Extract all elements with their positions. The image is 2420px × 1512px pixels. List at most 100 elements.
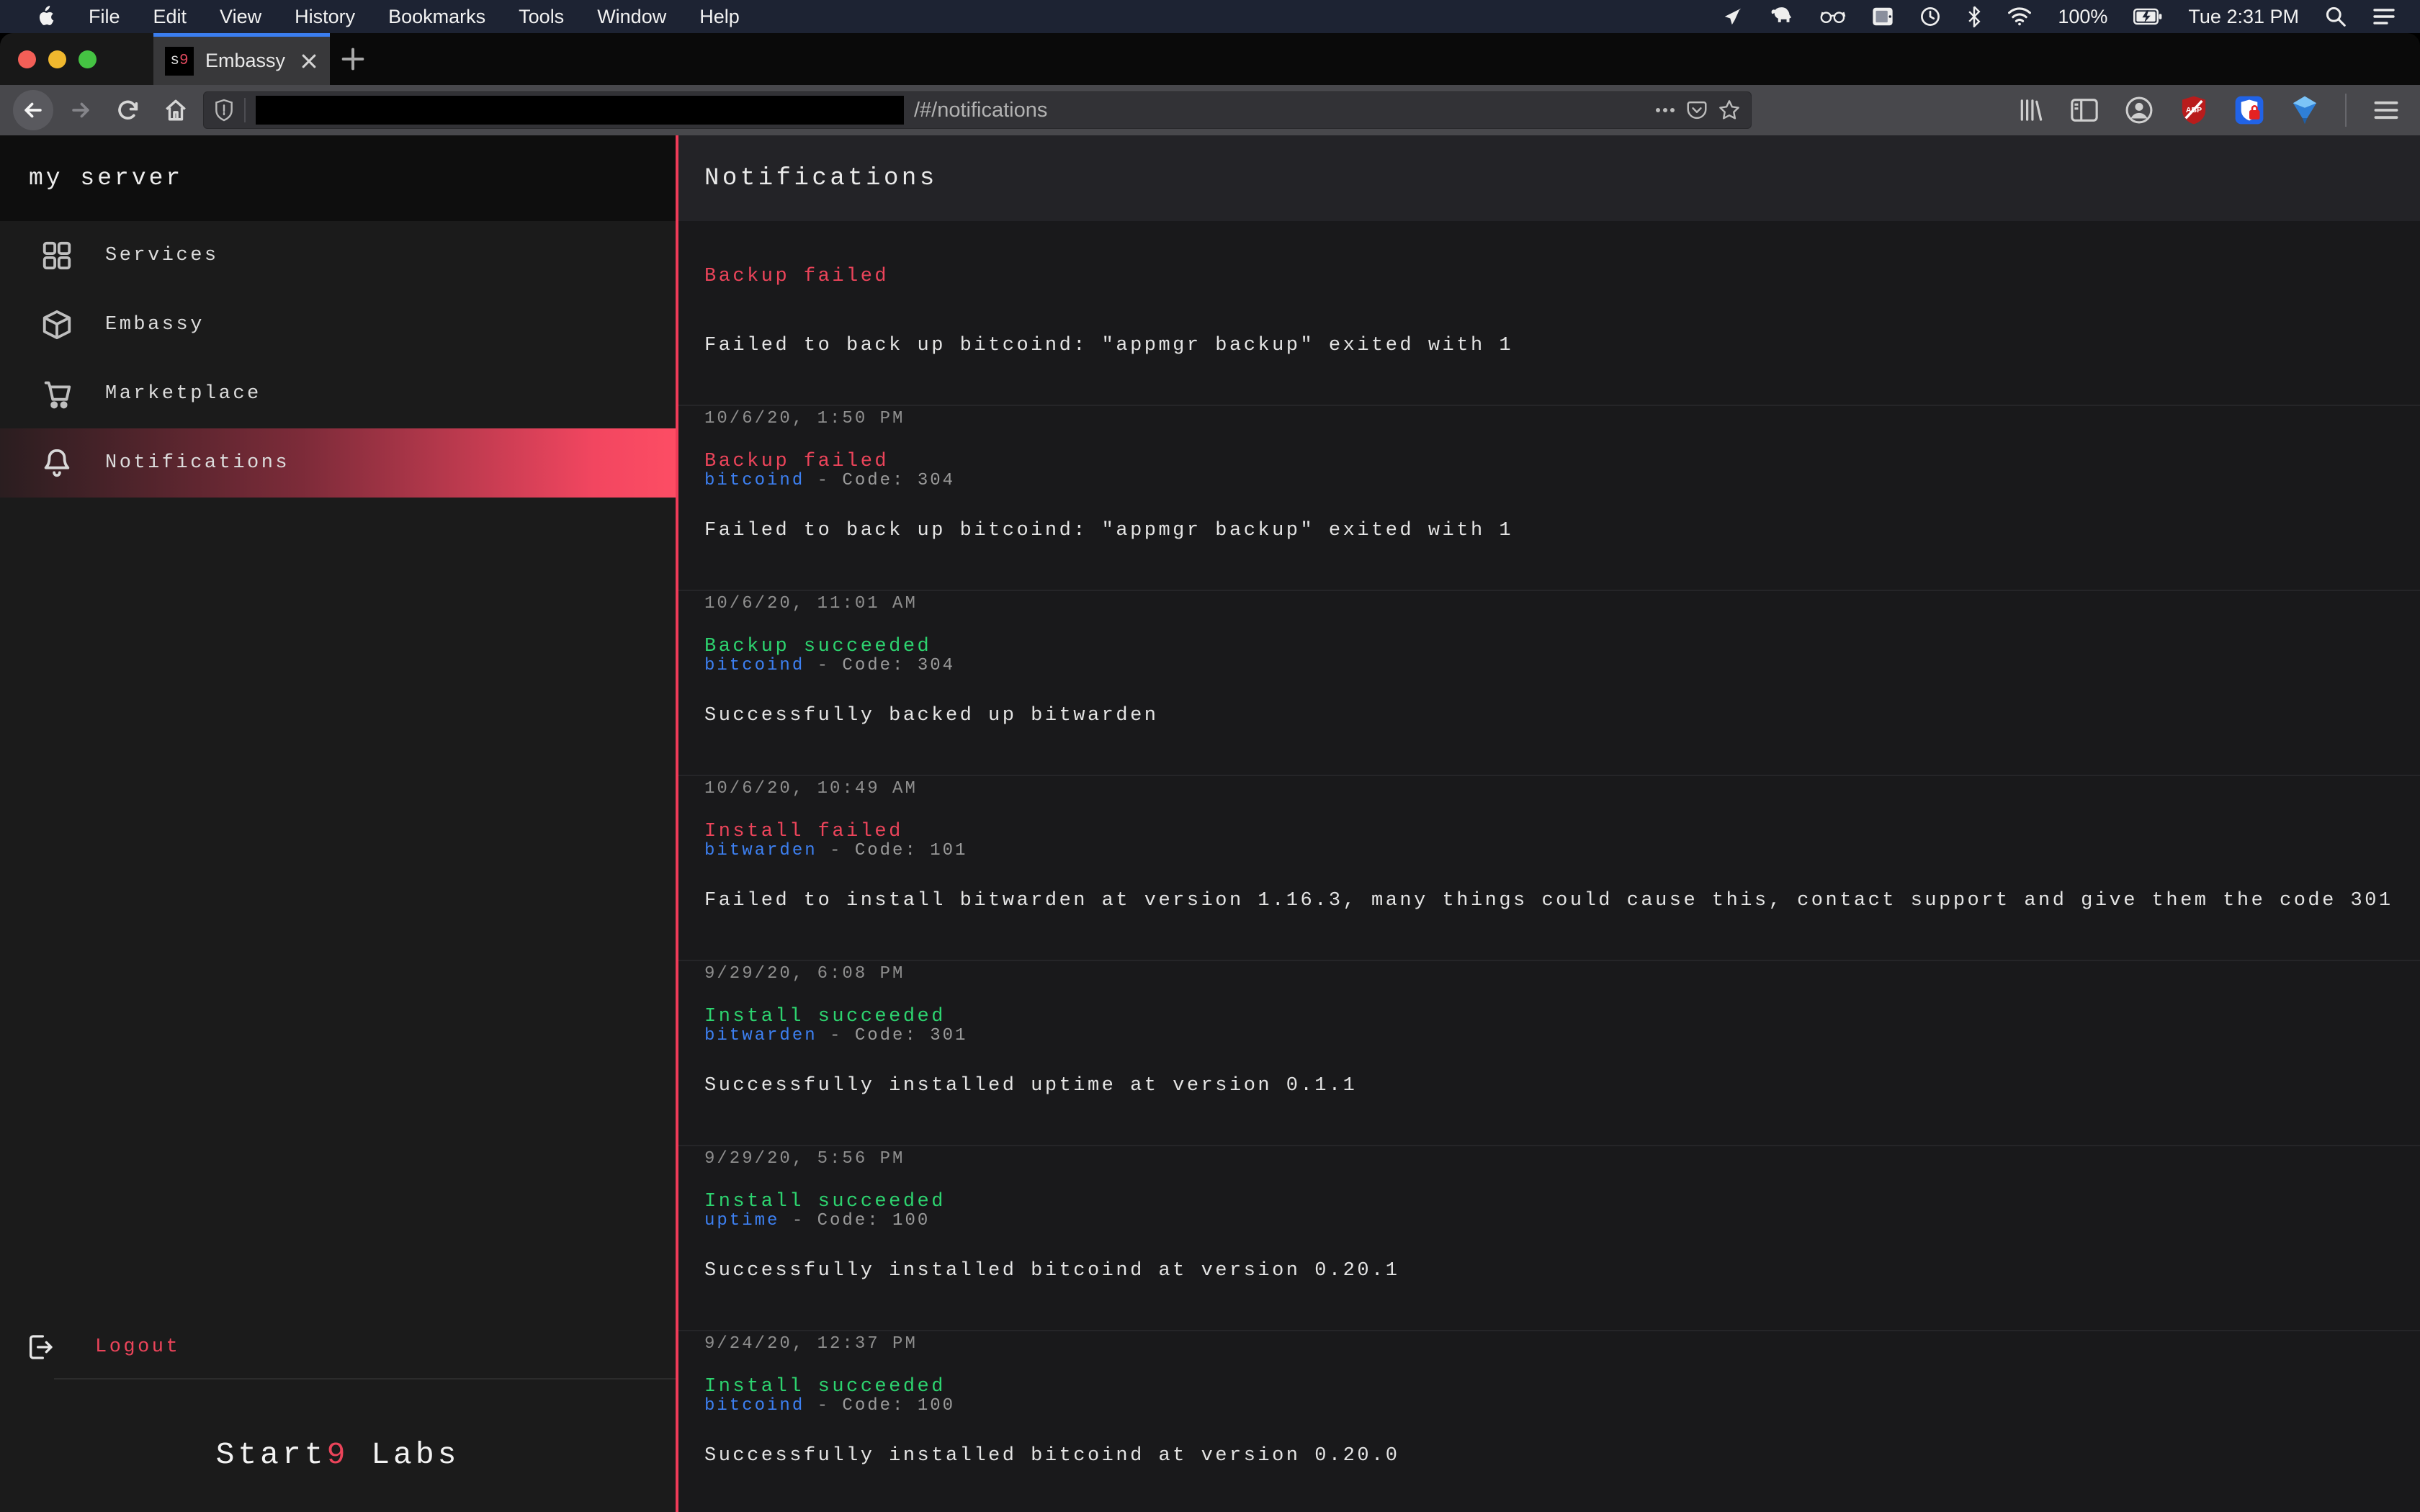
- url-path-text: /#/notifications: [914, 99, 1047, 122]
- elephant-icon[interactable]: [1770, 6, 1794, 27]
- sidebar: my server Services Embassy Marketplace N…: [0, 135, 678, 1512]
- menubar-item-file[interactable]: File: [72, 6, 137, 28]
- minimize-window-button[interactable]: [48, 50, 66, 68]
- notification-item: Backup succeeded Successfully backed up …: [678, 591, 2420, 776]
- notification-code: - Code: 301: [817, 1026, 968, 1045]
- bell-icon: [40, 446, 73, 480]
- sidebar-toggle-icon[interactable]: [2070, 97, 2099, 123]
- sidebar-item-label: Marketplace: [105, 383, 261, 405]
- url-bar[interactable]: /#/notifications: [203, 91, 1752, 129]
- navigation-toolbar: /#/notifications ABP: [0, 85, 2420, 135]
- notification-code: - Code: 100: [779, 1211, 930, 1230]
- sidebar-item-label: Notifications: [105, 452, 290, 474]
- notification-body: Failed to install bitwarden at version 1…: [704, 890, 2391, 912]
- menubar-item-tools[interactable]: Tools: [502, 6, 581, 28]
- notification-title: Install failed: [704, 821, 2391, 842]
- back-button[interactable]: [13, 90, 53, 130]
- urlbar-separator: [244, 98, 246, 122]
- sidebar-item-notifications[interactable]: Notifications: [0, 428, 676, 498]
- page-title: Notifications: [678, 135, 2420, 221]
- logout-button[interactable]: Logout: [0, 1313, 676, 1382]
- notification-item: Install succeeded Successfully installed…: [678, 961, 2420, 1146]
- page-actions-icon[interactable]: [1654, 107, 1676, 114]
- sidebar-item-embassy[interactable]: Embassy: [0, 290, 676, 359]
- menubar-item-view[interactable]: View: [203, 6, 278, 28]
- notification-title: Backup succeeded: [704, 636, 2391, 657]
- menubar-item-edit[interactable]: Edit: [137, 6, 204, 28]
- logout-label: Logout: [95, 1336, 180, 1358]
- grid-icon: [40, 239, 73, 272]
- notification-item: Backup failed Failed to back up bitcoind…: [678, 221, 2420, 406]
- notification-code: - Code: 100: [805, 1396, 955, 1416]
- tab-bar: s9 Embassy: [0, 33, 2420, 85]
- tab-embassy[interactable]: s9 Embassy: [153, 33, 330, 85]
- pocket-icon[interactable]: [1686, 99, 1708, 121]
- cart-icon: [40, 377, 73, 410]
- menu-list-icon[interactable]: [2372, 7, 2396, 26]
- window-controls: [0, 33, 153, 85]
- tab-close-icon[interactable]: [300, 52, 318, 71]
- notifications-page: Notifications Backup failed Failed to ba…: [678, 135, 2420, 1512]
- spotlight-search-icon[interactable]: [2325, 6, 2347, 27]
- embassy-app: my server Services Embassy Marketplace N…: [0, 135, 2420, 1512]
- close-window-button[interactable]: [18, 50, 36, 68]
- sidebar-item-marketplace[interactable]: Marketplace: [0, 359, 676, 428]
- home-button[interactable]: [156, 90, 196, 130]
- battery-percent: 100%: [2058, 6, 2107, 28]
- time-machine-icon[interactable]: [1919, 6, 1941, 27]
- bookmark-star-icon[interactable]: [1718, 99, 1741, 122]
- menubar-clock[interactable]: Tue 2:31 PM: [2188, 6, 2299, 28]
- notification-body: Successfully installed bitcoind at versi…: [704, 1445, 2391, 1467]
- log-out-icon: [26, 1333, 55, 1362]
- svg-text:ABP: ABP: [2186, 106, 2202, 114]
- notification-body: Failed to back up bitcoind: "appmgr back…: [704, 520, 2391, 541]
- reload-button[interactable]: [108, 90, 148, 130]
- wifi-icon[interactable]: [2007, 6, 2032, 27]
- notification-item: Install succeeded Successfully installed…: [678, 1331, 2420, 1512]
- gem-extension-icon[interactable]: [2290, 95, 2319, 125]
- new-tab-button[interactable]: [339, 45, 367, 73]
- notification-item: Install succeeded Successfully installed…: [678, 1146, 2420, 1331]
- tracking-protection-shield-icon[interactable]: [214, 99, 234, 122]
- adblock-extension-icon[interactable]: ABP: [2179, 95, 2208, 125]
- app-menu-icon[interactable]: [2372, 99, 2400, 122]
- notification-title: Install succeeded: [704, 1376, 2391, 1398]
- server-name-title: my server: [0, 135, 676, 221]
- tab-favicon: s9: [165, 47, 194, 76]
- notification-body: Successfully backed up bitwarden: [704, 705, 2391, 726]
- bluetooth-icon[interactable]: [1967, 6, 1981, 27]
- bitwarden-extension-icon[interactable]: [2234, 95, 2264, 125]
- cube-icon: [40, 308, 73, 341]
- sidebar-item-services[interactable]: Services: [0, 221, 676, 290]
- redacted-url-host: [256, 96, 904, 125]
- notification-item: Backup failed Failed to back up bitcoind…: [678, 406, 2420, 591]
- notification-body: Successfully installed bitcoind at versi…: [704, 1260, 2391, 1282]
- account-icon[interactable]: [2125, 96, 2154, 125]
- notification-title: Install succeeded: [704, 1006, 2391, 1027]
- notification-code: - Code: 304: [805, 656, 955, 675]
- menubar-item-window[interactable]: Window: [581, 6, 683, 28]
- glasses-icon[interactable]: [1820, 8, 1846, 25]
- zoom-window-button[interactable]: [79, 50, 97, 68]
- notification-item: Install failed Failed to install bitward…: [678, 776, 2420, 961]
- sidebar-divider: [54, 1378, 676, 1380]
- menubar-item-history[interactable]: History: [278, 6, 372, 28]
- library-icon[interactable]: [2017, 96, 2044, 124]
- sidebar-item-label: Embassy: [105, 314, 205, 336]
- notification-title: Install succeeded: [704, 1191, 2391, 1212]
- display-icon[interactable]: [1872, 6, 1894, 27]
- toolbar-separator: [2345, 94, 2347, 127]
- menubar-item-bookmarks[interactable]: Bookmarks: [372, 6, 502, 28]
- brand-start9labs: Start9 Labs: [0, 1437, 676, 1472]
- menubar-item-help[interactable]: Help: [683, 6, 756, 28]
- notification-code: - Code: 101: [817, 841, 968, 860]
- battery-charging-icon[interactable]: [2133, 7, 2162, 26]
- apple-menu-icon[interactable]: [19, 6, 72, 27]
- notification-title: Backup failed: [704, 266, 2391, 287]
- browser-window: s9 Embassy /#/notifications ABP: [0, 33, 2420, 1512]
- notification-code: - Code: 304: [805, 471, 955, 490]
- macos-menubar: Firefox File Edit View History Bookmarks…: [0, 0, 2420, 33]
- paper-plane-icon[interactable]: [1722, 6, 1744, 27]
- forward-button[interactable]: [60, 90, 101, 130]
- notifications-list: Backup failed Failed to back up bitcoind…: [678, 221, 2420, 1512]
